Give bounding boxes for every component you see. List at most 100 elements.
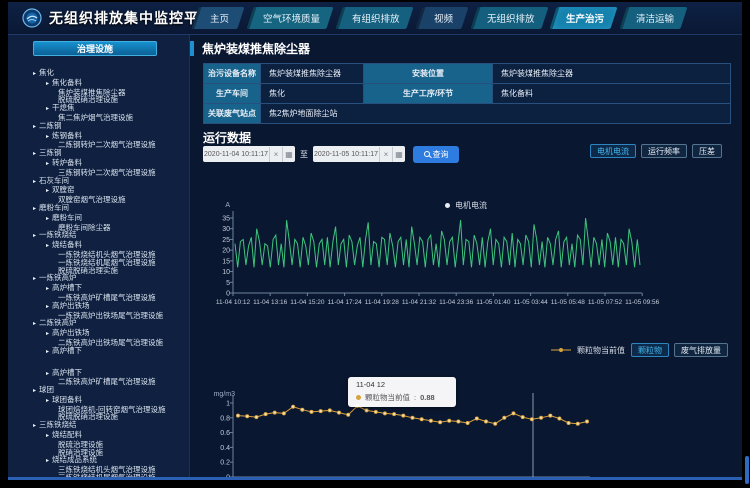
- svg-text:11-04 10:12: 11-04 10:12: [216, 299, 251, 306]
- chart2-toggle-1[interactable]: 废气排放量: [674, 343, 728, 357]
- metric-button-2[interactable]: 压差: [692, 144, 722, 158]
- tree-item[interactable]: 焦二焦炉烟气治理设施: [8, 114, 189, 122]
- tree-item[interactable]: ▸一炼铁高炉: [8, 274, 189, 284]
- tree-item[interactable]: 磨粉车间除尘器: [8, 224, 189, 232]
- metric-button-1[interactable]: 运行频率: [641, 144, 687, 158]
- tree-item[interactable]: 三炼铁烧结机尾烟气治理设施: [8, 474, 189, 480]
- nav-item-air-quality[interactable]: 空气环境质量: [246, 7, 333, 29]
- sidebar-tab-facilities[interactable]: 治理设施: [33, 41, 157, 56]
- chevron-right-icon: ▸: [46, 331, 49, 339]
- tree-item[interactable]: ▸焦化: [8, 69, 189, 79]
- scrollbar-thumb[interactable]: [745, 456, 749, 484]
- tree-item[interactable]: ▸高炉槽下: [8, 347, 189, 357]
- svg-text:11-04 13:16: 11-04 13:16: [253, 299, 288, 306]
- tree-item[interactable]: 一炼铁高炉矿槽尾气治理设施: [8, 294, 189, 302]
- chevron-right-icon: ▸: [33, 124, 36, 132]
- metric-button-0[interactable]: 电机电流: [590, 144, 636, 158]
- tree-item[interactable]: ▸二炼铁高炉: [8, 319, 189, 329]
- nav-item-home[interactable]: 主页: [191, 7, 244, 29]
- chevron-right-icon: ▸: [46, 106, 49, 114]
- svg-text:11-05 01:40: 11-05 01:40: [476, 299, 511, 306]
- sidebar: 治理设施 ▸焦化▸焦化备料焦炉装煤推焦除尘器脱硫脱硝治理设施▸干熄焦焦二焦炉烟气…: [8, 35, 190, 480]
- tooltip-series-dot-icon: [356, 395, 361, 400]
- tooltip-series-label: 颗粒物当前值: [365, 392, 410, 403]
- tree-item[interactable]: 脱硫脱硝治理设施: [8, 413, 189, 421]
- title-accent-bar: [190, 41, 194, 56]
- svg-text:0.6: 0.6: [220, 430, 230, 437]
- motor-current-chart[interactable]: A0510152025303511-04 10:1211-04 13:1611-…: [190, 195, 742, 309]
- chevron-right-icon: ▸: [33, 179, 36, 187]
- tree-item[interactable]: ▸石灰车间: [8, 177, 189, 187]
- chart2-toggle-0[interactable]: 颗粒物: [631, 343, 669, 357]
- nav-item-video[interactable]: 视频: [415, 7, 468, 29]
- tree-item[interactable]: 一炼铁高炉出铁场尾气治理设施: [8, 312, 189, 320]
- clear-icon[interactable]: ×: [269, 147, 282, 162]
- chart2-legend-label[interactable]: 颗粒物当前值: [577, 345, 625, 356]
- svg-text:0.2: 0.2: [220, 460, 230, 467]
- info-label-process: 生产工序/环节: [364, 84, 493, 104]
- nav-item-clean-transport[interactable]: 清洁运输: [619, 7, 687, 29]
- chevron-right-icon: ▸: [33, 276, 36, 284]
- tooltip-date: 11-04 12: [356, 380, 448, 389]
- tree-item[interactable]: ▸磨粉车间: [8, 204, 189, 214]
- info-label-install-location: 安装位置: [364, 64, 493, 84]
- app-logo-icon: [22, 8, 42, 28]
- device-info-table: 治污设备名称 焦炉装煤推焦除尘器 安装位置 焦炉装煤推焦除尘器 生产车间 焦化 …: [203, 63, 731, 124]
- clear-icon[interactable]: ×: [379, 147, 392, 162]
- tree-item[interactable]: 脱硝治理设施: [8, 449, 189, 457]
- tree-item[interactable]: 三炼钢转炉二次烟气治理设施: [8, 169, 189, 177]
- date-to-input[interactable]: 2020-11-05 10:11:17 × ▦: [313, 146, 405, 162]
- svg-text:5: 5: [226, 280, 230, 287]
- tree-item[interactable]: 二炼钢转炉二次烟气治理设施: [8, 141, 189, 149]
- svg-text:35: 35: [222, 216, 230, 223]
- chart2-legend-row: 颗粒物当前值 颗粒物废气排放量: [551, 343, 728, 357]
- calendar-icon[interactable]: ▦: [282, 147, 295, 162]
- svg-text:11-05 05:48: 11-05 05:48: [551, 299, 586, 306]
- info-value-process: 焦化备料: [493, 84, 731, 104]
- query-controls: 2020-11-04 10:11:17 × ▦ 至 2020-11-05 10:…: [203, 145, 459, 163]
- date-from-input[interactable]: 2020-11-04 10:11:17 × ▦: [203, 146, 295, 162]
- tree-item[interactable]: 二炼铁高炉出铁场尾气治理设施: [8, 339, 189, 347]
- tooltip-value: 0.88: [420, 393, 435, 402]
- tree-item[interactable]: 脱硫脱硝治理实施: [8, 267, 189, 275]
- query-button[interactable]: 查询: [413, 146, 459, 163]
- info-label-gas-station: 关联废气站点: [204, 104, 261, 124]
- svg-text:0: 0: [226, 291, 230, 298]
- date-from-value: 2020-11-04 10:11:17: [203, 151, 269, 158]
- nav-item-unorganized-emission[interactable]: 无组织排放: [470, 7, 548, 29]
- chevron-right-icon: ▸: [46, 349, 49, 357]
- chevron-right-icon: ▸: [46, 81, 49, 89]
- page-title-row: 焦炉装煤推焦除尘器: [190, 40, 310, 57]
- particulate-chart[interactable]: mg/m300.20.40.60.8111-04 1011-04 1211-04…: [190, 360, 742, 480]
- svg-text:1: 1: [226, 401, 230, 408]
- nav-item-production-pollution-control[interactable]: 生产治污: [549, 7, 617, 29]
- tree-item[interactable]: 二炼铁高炉矿槽尾气治理设施: [8, 378, 189, 386]
- info-value-install-location: 焦炉装煤推焦除尘器: [493, 64, 731, 84]
- tree-item[interactable]: 脱硫脱硝治理设施: [8, 96, 189, 104]
- metric-tabs: 电机电流运行频率压差: [590, 144, 722, 158]
- chevron-right-icon: ▸: [46, 188, 49, 196]
- chevron-right-icon: ▸: [33, 321, 36, 329]
- chevron-right-icon: ▸: [33, 206, 36, 214]
- chevron-right-icon: ▸: [33, 151, 36, 159]
- tree-item[interactable]: ▸三炼铁烧结: [8, 421, 189, 431]
- app-window: 无组织排放集中监控平台 主页空气环境质量有组织排放视频无组织排放生产治污清洁运输…: [8, 2, 742, 480]
- section-title-run-data: 运行数据: [203, 129, 251, 146]
- nav-item-organized-emission[interactable]: 有组织排放: [335, 7, 413, 29]
- svg-text:11-04 17:24: 11-04 17:24: [327, 299, 362, 306]
- tree-item[interactable]: ▸二炼钢: [8, 122, 189, 132]
- svg-text:11-05 07:52: 11-05 07:52: [588, 299, 623, 306]
- svg-text:10: 10: [222, 269, 230, 276]
- chart-tooltip: 11-04 12 颗粒物当前值: 0.88: [348, 377, 456, 407]
- info-label-device-name: 治污设备名称: [204, 64, 261, 84]
- svg-text:11-04 19:28: 11-04 19:28: [365, 299, 400, 306]
- tree-item[interactable]: ▸三炼钢: [8, 149, 189, 159]
- page-title: 焦炉装煤推焦除尘器: [202, 40, 310, 57]
- tree-item[interactable]: 双膛窑烟气治理设施: [8, 196, 189, 204]
- chevron-right-icon: ▸: [33, 233, 36, 241]
- tree-item[interactable]: ▸一炼铁烧结: [8, 231, 189, 241]
- calendar-icon[interactable]: ▦: [392, 147, 405, 162]
- tree-item[interactable]: ▸球团: [8, 386, 189, 396]
- date-to-value: 2020-11-05 10:11:17: [313, 151, 379, 158]
- svg-text:30: 30: [222, 226, 230, 233]
